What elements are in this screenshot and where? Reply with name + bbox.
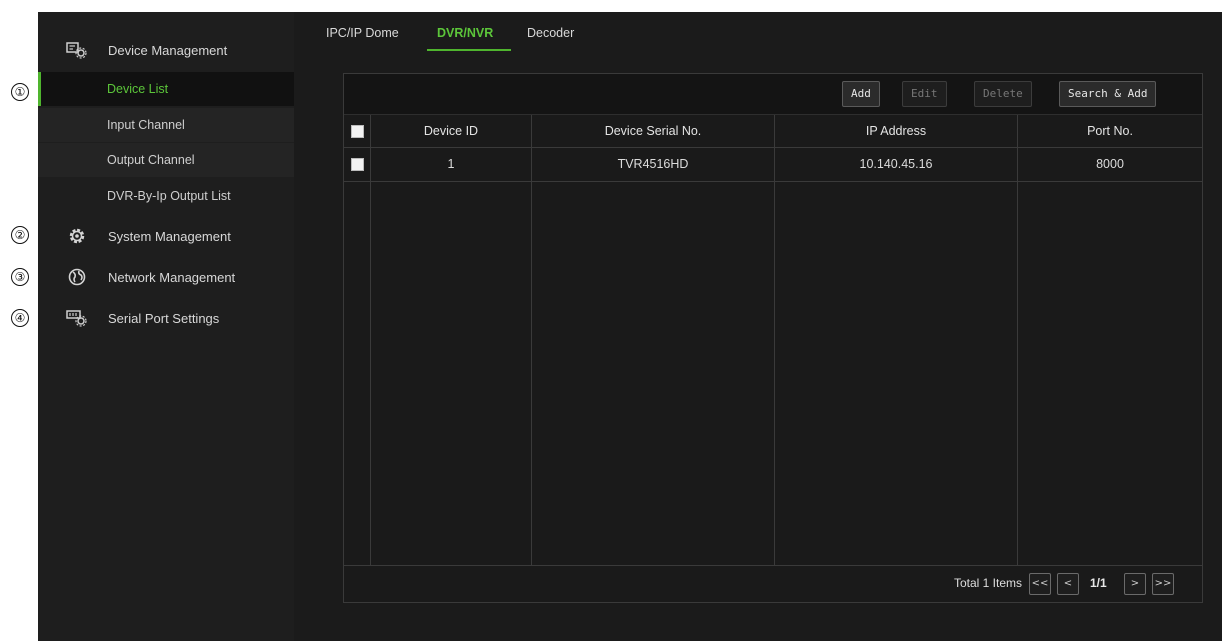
sidebar-group-serial-port-settings[interactable]: Serial Port Settings (38, 300, 294, 336)
cell-port: 8000 (1096, 157, 1124, 171)
serial-port-icon (66, 308, 88, 328)
select-all-checkbox[interactable] (351, 125, 364, 138)
callout-column: ① ② ③ ④ (0, 0, 38, 641)
sidebar-item-input-channel[interactable]: Input Channel (38, 108, 294, 142)
sidebar-group-label: System Management (108, 228, 231, 244)
app-window: Device Management Device List Input Chan… (38, 12, 1222, 641)
edit-button[interactable]: Edit (902, 81, 947, 107)
last-page-button[interactable]: >> (1152, 573, 1174, 595)
device-list-panel: Add Edit Delete Search & Add Device ID D… (343, 73, 1203, 603)
column-divider (370, 115, 371, 565)
sidebar-group-system-management[interactable]: System Management (38, 218, 294, 254)
sidebar-group-label: Network Management (108, 269, 236, 285)
callout-3: ③ (11, 268, 29, 286)
toolbar: Add Edit Delete Search & Add (344, 74, 1202, 115)
tab-ipc-ip-dome[interactable]: IPC/IP Dome (326, 26, 399, 40)
main-content: IPC/IP Dome DVR/NVR Decoder Add Edit Del… (294, 12, 1222, 641)
globe-icon (66, 267, 88, 287)
sidebar-item-label: Device List (107, 82, 169, 96)
column-header-serial[interactable]: Device Serial No. (532, 115, 774, 147)
tab-bar: IPC/IP Dome DVR/NVR Decoder (294, 12, 1222, 52)
column-divider (531, 115, 532, 565)
row-checkbox[interactable] (351, 158, 364, 171)
row-divider (344, 181, 1202, 182)
callout-1: ① (11, 83, 29, 101)
sidebar-item-label: DVR-By-Ip Output List (107, 189, 231, 203)
page-indicator: 1/1 (1090, 576, 1107, 590)
cell-device-id: 1 (447, 157, 455, 171)
search-add-button[interactable]: Search & Add (1059, 81, 1157, 107)
device-table: Device ID Device Serial No. IP Address P… (344, 115, 1202, 565)
callout-4: ④ (11, 309, 29, 327)
column-header-port[interactable]: Port No. (1018, 115, 1202, 147)
column-divider (1017, 115, 1018, 565)
delete-button[interactable]: Delete (974, 81, 1032, 107)
gear-icon (66, 226, 88, 246)
sidebar: Device Management Device List Input Chan… (38, 12, 294, 641)
device-management-icon (66, 40, 88, 60)
sidebar-group-label: Device Management (108, 42, 228, 58)
tab-decoder[interactable]: Decoder (527, 26, 574, 40)
sidebar-group-label: Serial Port Settings (108, 310, 220, 326)
first-page-button[interactable]: << (1029, 573, 1051, 595)
sidebar-group-device-management[interactable]: Device Management (38, 32, 294, 68)
column-divider (774, 115, 775, 565)
column-header-device-id[interactable]: Device ID (371, 115, 531, 147)
cell-serial: TVR4516HD (617, 157, 689, 171)
sidebar-item-label: Output Channel (107, 153, 195, 167)
cell-ip-address: 10.140.45.16 (859, 157, 933, 171)
sidebar-group-network-management[interactable]: Network Management (38, 259, 294, 295)
tab-dvr-nvr[interactable]: DVR/NVR (437, 26, 493, 40)
active-tab-underline (427, 49, 511, 51)
pagination-bar: Total 1 Items << < 1/1 > >> (344, 565, 1202, 602)
total-items-label: Total 1 Items (953, 576, 1022, 590)
prev-page-button[interactable]: < (1057, 573, 1079, 595)
sidebar-item-label: Input Channel (107, 118, 185, 132)
callout-2: ② (11, 226, 29, 244)
add-button[interactable]: Add (842, 81, 880, 107)
sidebar-item-device-list[interactable]: Device List (38, 72, 294, 106)
sidebar-item-dvr-by-ip-output-list[interactable]: DVR-By-Ip Output List (38, 179, 294, 213)
sidebar-item-output-channel[interactable]: Output Channel (38, 143, 294, 177)
column-header-ip-address[interactable]: IP Address (775, 115, 1017, 147)
next-page-button[interactable]: > (1124, 573, 1146, 595)
